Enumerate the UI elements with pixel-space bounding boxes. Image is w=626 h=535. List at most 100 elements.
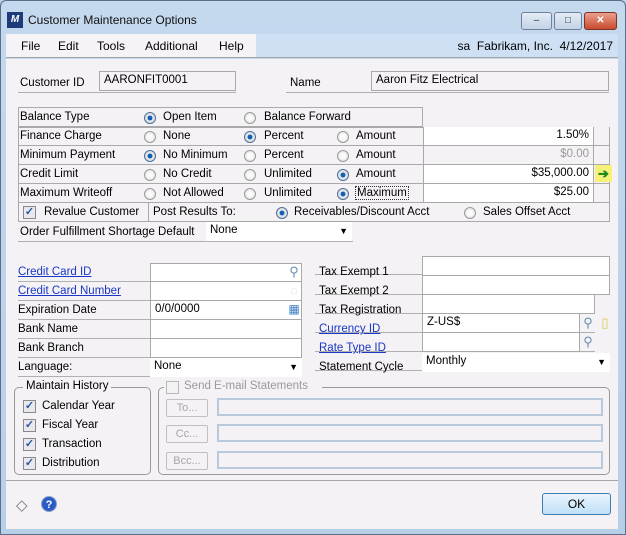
credit-limit-value[interactable]: $35,000.00 — [423, 165, 594, 184]
sales-offset-label[interactable]: Sales Offset Acct — [483, 206, 570, 218]
expiration-date-field[interactable]: 0/0/0000 — [150, 300, 302, 320]
no-credit-label[interactable]: No Credit — [163, 168, 212, 180]
minimum-payment-value: $0.00 — [423, 146, 594, 165]
radio-no-minimum[interactable] — [144, 150, 156, 162]
bank-branch-label: Bank Branch — [18, 342, 84, 354]
radio-not-allowed[interactable] — [144, 188, 156, 200]
bcc-field[interactable] — [217, 451, 603, 469]
revalue-customer-label[interactable]: Revalue Customer — [44, 206, 139, 218]
tax-exempt-1-field[interactable] — [422, 256, 610, 276]
radio-minpay-percent[interactable] — [244, 150, 256, 162]
finance-percent-label[interactable]: Percent — [264, 130, 304, 142]
user-name: sa — [457, 39, 471, 53]
bank-name-field[interactable] — [150, 319, 302, 339]
radio-credit-unlimited[interactable] — [244, 169, 256, 181]
distribution-checkbox[interactable]: ✓ — [23, 457, 36, 470]
receivables-discount-label[interactable]: Receivables/Discount Acct — [294, 206, 430, 218]
finance-amount-label[interactable]: Amount — [356, 130, 396, 142]
balance-forward-label[interactable]: Balance Forward — [264, 111, 351, 123]
menu-file[interactable]: File — [21, 39, 40, 53]
radio-finance-percent[interactable] — [244, 131, 256, 143]
note-icon[interactable]: ◇ — [16, 496, 28, 514]
credit-card-number-field[interactable] — [150, 281, 302, 301]
radio-writeoff-unlimited[interactable] — [244, 188, 256, 200]
radio-writeoff-maximum[interactable] — [337, 188, 349, 200]
tax-registration-field[interactable] — [422, 294, 595, 314]
order-fulfillment-dropdown[interactable]: None ▼ — [206, 222, 352, 241]
radio-open-item[interactable] — [144, 112, 156, 124]
finance-charge-value[interactable]: 1.50% — [423, 127, 594, 146]
lookup-icon[interactable]: ⚲ — [580, 314, 596, 331]
radio-credit-amount[interactable] — [337, 169, 349, 181]
radio-balance-forward[interactable] — [244, 112, 256, 124]
post-results-label: Post Results To: — [153, 206, 236, 218]
fiscal-year-checkbox[interactable]: ✓ — [23, 419, 36, 432]
writeoff-maximum-label[interactable]: Maximum — [355, 186, 409, 200]
balance-type-label: Balance Type — [20, 111, 90, 123]
chevron-down-icon: ▼ — [289, 362, 298, 372]
lookup-icon[interactable]: ⚲ — [580, 333, 596, 350]
minpay-amount-label[interactable]: Amount — [356, 149, 396, 161]
no-minimum-label[interactable]: No Minimum — [163, 149, 228, 161]
statement-cycle-dropdown[interactable]: Monthly ▼ — [422, 353, 610, 372]
footer-divider — [6, 480, 618, 481]
lookup-icon[interactable]: ⚲ — [286, 263, 302, 280]
note-icon[interactable]: ▯ — [597, 314, 613, 331]
not-allowed-label[interactable]: Not Allowed — [163, 187, 224, 199]
credit-limit-expand-icon[interactable]: ➔ — [595, 165, 612, 182]
language-value: None — [154, 360, 182, 372]
radio-minpay-amount[interactable] — [337, 150, 349, 162]
chevron-down-icon: ▼ — [339, 226, 348, 236]
minpay-percent-label[interactable]: Percent — [264, 149, 304, 161]
radio-receivables-discount[interactable] — [276, 207, 288, 219]
radio-sales-offset[interactable] — [464, 207, 476, 219]
transaction-checkbox[interactable]: ✓ — [23, 438, 36, 451]
credit-card-id-field[interactable] — [150, 263, 302, 282]
ok-button[interactable]: OK — [542, 493, 611, 515]
customer-id-field: AARONFIT0001 — [99, 71, 236, 91]
finance-none-label[interactable]: None — [163, 130, 191, 142]
radio-finance-none[interactable] — [144, 131, 156, 143]
writeoff-unlimited-label[interactable]: Unlimited — [264, 187, 312, 199]
order-fulfillment-value: None — [210, 224, 238, 236]
maximize-button[interactable]: □ — [554, 12, 582, 30]
send-email-checkbox[interactable] — [166, 381, 179, 394]
rate-type-id-field[interactable] — [422, 332, 580, 352]
fiscal-year-label[interactable]: Fiscal Year — [42, 419, 98, 431]
language-dropdown[interactable]: None ▼ — [150, 358, 302, 377]
credit-amount-label[interactable]: Amount — [356, 168, 396, 180]
menu-tools[interactable]: Tools — [97, 39, 125, 53]
to-button[interactable]: To... — [166, 399, 208, 417]
credit-unlimited-label[interactable]: Unlimited — [264, 168, 312, 180]
menu-help[interactable]: Help — [219, 39, 244, 53]
bank-name-label: Bank Name — [18, 323, 79, 335]
menu-bar: File Edit Tools Additional Help sa Fabri… — [6, 34, 618, 58]
calendar-year-label[interactable]: Calendar Year — [42, 400, 115, 412]
cc-button[interactable]: Cc... — [166, 425, 208, 443]
distribution-label[interactable]: Distribution — [42, 457, 100, 469]
maximum-writeoff-value[interactable]: $25.00 — [423, 184, 594, 203]
credit-card-id-link[interactable]: Credit Card ID — [18, 266, 92, 278]
bcc-button[interactable]: Bcc... — [166, 452, 208, 470]
transaction-label[interactable]: Transaction — [42, 438, 102, 450]
calendar-icon[interactable]: ▦ — [286, 301, 302, 318]
close-button[interactable]: ✕ — [584, 12, 617, 30]
calendar-year-checkbox[interactable]: ✓ — [23, 400, 36, 413]
bank-branch-field[interactable] — [150, 338, 302, 358]
revalue-customer-checkbox[interactable]: ✓ — [23, 206, 36, 219]
radio-finance-amount[interactable] — [337, 131, 349, 143]
radio-no-credit[interactable] — [144, 169, 156, 181]
statement-cycle-value: Monthly — [426, 355, 467, 367]
menu-edit[interactable]: Edit — [58, 39, 79, 53]
help-icon[interactable]: ? — [41, 496, 57, 512]
open-item-label[interactable]: Open Item — [163, 111, 217, 123]
minimize-button[interactable]: – — [521, 12, 552, 30]
order-fulfillment-label: Order Fulfillment Shortage Default — [20, 226, 195, 238]
currency-id-field[interactable]: Z-US$ — [422, 313, 580, 333]
credit-card-number-link[interactable]: Credit Card Number — [18, 285, 121, 297]
cc-field[interactable] — [217, 424, 603, 442]
title-bar[interactable]: M Customer Maintenance Options – □ ✕ — [1, 1, 625, 33]
tax-exempt-2-field[interactable] — [422, 275, 610, 295]
menu-additional[interactable]: Additional — [145, 39, 198, 53]
to-field[interactable] — [217, 398, 603, 416]
